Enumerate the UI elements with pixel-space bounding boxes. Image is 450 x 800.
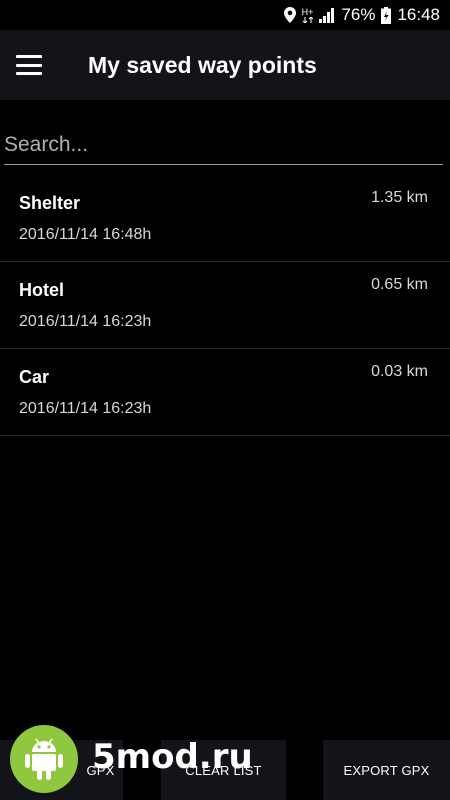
- waypoint-distance: 0.03 km: [371, 363, 428, 380]
- search-input[interactable]: [4, 128, 443, 162]
- waypoint-name: Car: [19, 367, 50, 387]
- watermark-text: 5mod.ru: [92, 737, 253, 777]
- waypoint-distance: 1.35 km: [371, 189, 428, 206]
- list-item[interactable]: Car 2016/11/14 16:23h 0.03 km: [0, 349, 450, 436]
- battery-percent: 76%: [341, 5, 376, 24]
- signal-bars-icon: [319, 7, 335, 23]
- waypoint-name: Hotel: [19, 280, 64, 300]
- waypoint-distance: 0.65 km: [371, 276, 428, 293]
- export-gpx-label: EXPORT GPX: [343, 762, 430, 778]
- page-title: My saved way points: [88, 51, 317, 78]
- battery-icon: [381, 6, 392, 24]
- status-bar: H+ 76% 16:48: [0, 0, 450, 30]
- list-item[interactable]: Hotel 2016/11/14 16:23h 0.65 km: [0, 262, 450, 349]
- waypoint-date: 2016/11/14 16:23h: [19, 313, 152, 330]
- android-robot-icon: [10, 725, 78, 793]
- location-pin-icon: [283, 7, 296, 23]
- watermark: 5mod.ru: [10, 725, 270, 795]
- search-field: [4, 128, 443, 165]
- waypoint-list: Shelter 2016/11/14 16:48h 1.35 km Hotel …: [0, 175, 450, 436]
- waypoint-date: 2016/11/14 16:23h: [19, 400, 152, 417]
- status-time: 16:48: [397, 5, 440, 24]
- app-bar: My saved way points: [0, 30, 450, 100]
- export-gpx-button[interactable]: EXPORT GPX: [323, 740, 450, 800]
- waypoint-date: 2016/11/14 16:48h: [19, 226, 152, 243]
- network-type-label: H+: [302, 7, 313, 23]
- list-item[interactable]: Shelter 2016/11/14 16:48h 1.35 km: [0, 175, 450, 262]
- hamburger-menu-icon[interactable]: [16, 55, 42, 75]
- waypoint-name: Shelter: [19, 193, 81, 213]
